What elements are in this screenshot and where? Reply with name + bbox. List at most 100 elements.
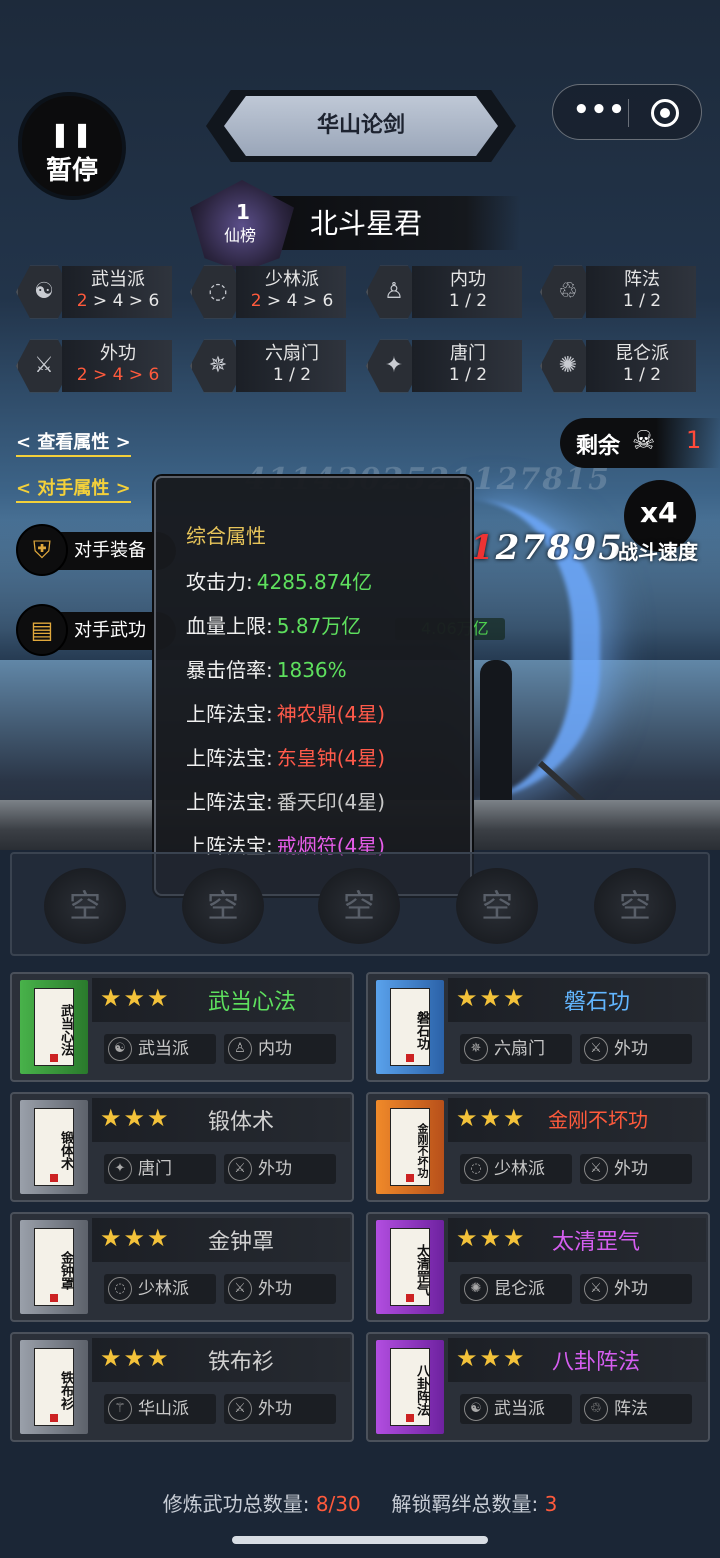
faction-waigong[interactable]: ⚔ 外功 2 > 4 > 6 [14, 336, 174, 396]
beads-icon: ◌ [108, 1277, 132, 1301]
axe-icon: ⚔ [228, 1397, 252, 1421]
star-rating: ★★★ [456, 1224, 527, 1252]
skill-book-icon: 太清罡气 [376, 1220, 444, 1314]
faction-liushanmen[interactable]: ✵ 六扇门 1 / 2 [188, 336, 348, 396]
trained-count-value: 8/30 [315, 1492, 361, 1516]
skill-tag: ⚚ 华山派 [104, 1394, 216, 1424]
yin-yang-icon: ☯ [464, 1397, 488, 1421]
meditation-icon: ♙ [228, 1037, 252, 1061]
enemy-equipment-label: 对手装备 [74, 540, 146, 561]
faction-name: 唐门 [450, 343, 486, 364]
damage-digit-highlight: 1 [470, 528, 496, 568]
skill-tag: ⚔ 外功 [224, 1274, 336, 1304]
enemy-skills-label: 对手武功 [74, 620, 146, 641]
attr-value: 1836% [276, 658, 347, 682]
skill-card[interactable]: 铁布衫 ★★★ 铁布衫 ⚚ 华山派 ⚔ 外功 [10, 1332, 354, 1442]
armor-icon: ⛨ [16, 524, 68, 576]
skill-name: 太清罡气 [552, 1230, 641, 1255]
faction-progress: 1 / 2 [622, 291, 662, 311]
enemy-equipment-button[interactable]: ⛨ 对手装备 [16, 524, 176, 576]
star-rating: ★★★ [100, 1104, 171, 1132]
skill-card[interactable]: 金刚不坏功 ★★★ 金刚不坏功 ◌ 少林派 ⚔ 外功 [366, 1092, 710, 1202]
skill-book-icon: 磐石功 [376, 980, 444, 1074]
star-rating: ★★★ [456, 1344, 527, 1372]
faction-progress: 1 / 2 [448, 365, 488, 385]
empty-slot[interactable]: 空 [44, 868, 126, 944]
star-rating: ★★★ [100, 1344, 171, 1372]
home-indicator [232, 1536, 488, 1544]
flame-icon: ✺ [464, 1277, 488, 1301]
more-menu-button[interactable]: ••• [573, 95, 626, 125]
faction-progress: 1 / 2 [448, 291, 488, 311]
trained-count-label: 修炼武功总数量: [162, 1492, 310, 1516]
skill-card[interactable]: 金钟罩 ★★★ 金钟罩 ◌ 少林派 ⚔ 外功 [10, 1212, 354, 1322]
faction-neigong[interactable]: ♙ 内功 1 / 2 [364, 262, 524, 322]
star-rating: ★★★ [100, 984, 171, 1012]
faction-wudang[interactable]: ☯ 武当派 2 > 4 > 6 [14, 262, 174, 322]
empty-slot[interactable]: 空 [318, 868, 400, 944]
enemy-attributes-tooltip: 综合属性 攻击力: 4285.874亿 血量上限: 5.87万亿 暴击倍率: 1836… [154, 476, 472, 896]
axe-icon: ⚔ [584, 1277, 608, 1301]
enemy-attributes-link[interactable]: < 对手属性 > [16, 474, 131, 503]
stage-title: 华山论剑 [316, 113, 405, 138]
pause-button[interactable]: ❚❚ 暂停 [22, 96, 122, 196]
skill-name: 武当心法 [208, 990, 297, 1015]
skill-tag: ♙ 内功 [224, 1034, 336, 1064]
faction-name: 六扇门 [265, 343, 319, 364]
beads-icon: ◌ [464, 1157, 488, 1181]
faction-tangmen[interactable]: ✦ 唐门 1 / 2 [364, 336, 524, 396]
skill-book-icon: 锻体术 [20, 1100, 88, 1194]
attr-row-treasure: 上阵法宝: 番天印(4星) [186, 790, 386, 814]
enemy-skills-button[interactable]: ▤ 对手武功 [16, 604, 176, 656]
attr-value: 5.87万亿 [276, 614, 362, 638]
skill-card[interactable]: 太清罡气 ★★★ 太清罡气 ✺ 昆仑派 ⚔ 外功 [366, 1212, 710, 1322]
skill-card[interactable]: 武当心法 ★★★ 武当心法 ☯ 武当派 ♙ 内功 [10, 972, 354, 1082]
skill-tag: ♲ 阵法 [580, 1394, 692, 1424]
bonds-count-value: 3 [544, 1492, 558, 1516]
target-icon[interactable] [651, 99, 679, 127]
skill-tag: ⚔ 外功 [224, 1154, 336, 1184]
attr-row-treasure: 上阵法宝: 东皇钟(4星) [186, 746, 386, 770]
faction-name: 少林派 [265, 269, 319, 290]
axe-icon: ⚔ [584, 1157, 608, 1181]
remaining-enemies: 剩余 ☠ 1 [560, 418, 720, 468]
skill-tag: ☯ 武当派 [104, 1034, 216, 1064]
skill-card[interactable]: 锻体术 ★★★ 锻体术 ✦ 唐门 ⚔ 外功 [10, 1092, 354, 1202]
faction-name: 阵法 [624, 269, 660, 290]
training-summary: 修炼武功总数量: 8/30 解锁羁绊总数量: 3 [0, 1488, 720, 1517]
speed-label: 战斗速度 [618, 540, 698, 564]
faction-progress: 1 / 2 [272, 365, 312, 385]
skill-tag: ⚔ 外功 [580, 1034, 692, 1064]
mini-program-capsule: ••• [552, 84, 702, 140]
empty-slot[interactable]: 空 [182, 868, 264, 944]
skill-book-icon: 金刚不坏功 [376, 1100, 444, 1194]
rank-number: 1 [236, 200, 250, 224]
empty-slot[interactable]: 空 [594, 868, 676, 944]
badge-icon: ✵ [464, 1037, 488, 1061]
star-rating: ★★★ [456, 984, 527, 1012]
remaining-count: 1 [686, 426, 702, 454]
empty-slot[interactable]: 空 [456, 868, 538, 944]
skill-card[interactable]: 磐石功 ★★★ 磐石功 ✵ 六扇门 ⚔ 外功 [366, 972, 710, 1082]
skill-name: 锻体术 [208, 1110, 275, 1135]
pause-icon: ❚❚ [49, 120, 95, 148]
skill-book-icon: 金钟罩 [20, 1220, 88, 1314]
skill-tag: ☯ 武当派 [460, 1394, 572, 1424]
faction-shaolin[interactable]: ◌ 少林派 2 > 4 > 6 [188, 262, 348, 322]
attr-row-attack: 攻击力: 4285.874亿 [186, 570, 373, 594]
view-attributes-link[interactable]: < 查看属性 > [16, 428, 131, 457]
skill-tag: ⚔ 外功 [580, 1154, 692, 1184]
skill-slot-bar: 空 空 空 空 空 [10, 852, 710, 956]
triquetra-icon: ♲ [584, 1397, 608, 1421]
attr-value: 神农鼎(4星) [276, 702, 386, 726]
skill-book-icon: 铁布衫 [20, 1340, 88, 1434]
skill-card[interactable]: 八卦阵法 ★★★ 八卦阵法 ☯ 武当派 ♲ 阵法 [366, 1332, 710, 1442]
faction-kunlun[interactable]: ✺ 昆仑派 1 / 2 [538, 336, 698, 396]
battle-speed-button[interactable]: x4 战斗速度 [588, 480, 720, 570]
faction-zhenfa[interactable]: ♲ 阵法 1 / 2 [538, 262, 698, 322]
skill-name: 金刚不坏功 [548, 1108, 648, 1132]
yin-yang-icon: ☯ [108, 1037, 132, 1061]
attr-row-treasure: 上阵法宝: 神农鼎(4星) [186, 702, 386, 726]
axe-icon: ⚔ [228, 1277, 252, 1301]
skill-tag: ◌ 少林派 [104, 1274, 216, 1304]
